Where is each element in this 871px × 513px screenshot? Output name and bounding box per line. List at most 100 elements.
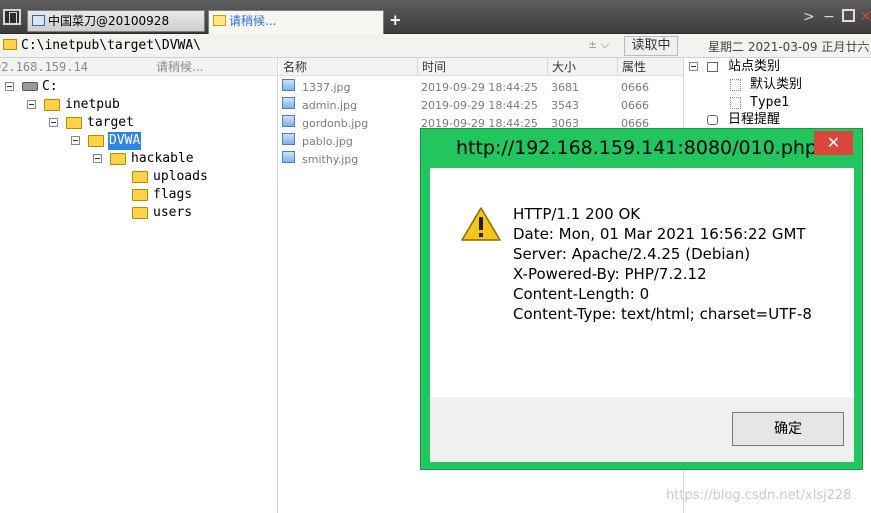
tree-label: target [87,115,134,130]
dialog-close-button[interactable]: ✕ [814,131,853,155]
response-line: HTTP/1.1 200 OK [513,205,641,223]
folder-icon [88,135,104,147]
folder-icon [110,153,126,165]
image-file-icon [282,97,295,109]
tree-label: hackable [131,151,194,166]
folder-icon [213,15,226,26]
collapse-icon[interactable] [49,118,58,127]
file-list-header: 名称 时间 大小 属性 [279,58,683,76]
chevron-right-icon[interactable]: > [803,10,815,24]
tree-node-default-category[interactable]: 默认类别 [684,76,864,94]
tree-node-users[interactable]: users [0,204,230,222]
dialog-title: http://192.168.159.141:8080/010.php [455,137,817,159]
tree-node-c[interactable]: C: [0,78,200,96]
collapse-icon[interactable] [71,136,80,145]
tree-label: flags [153,187,193,202]
datetime-display: 星期二 2021-03-09 正月廿六 [708,40,870,54]
app-window: 中国菜刀@20100928 请稍候... + > − ✕ C:\inetpub\… [0,0,871,513]
tree-node-target[interactable]: target [0,114,200,132]
folder-icon [132,189,148,201]
tree-node-flags[interactable]: flags [0,186,230,204]
dialog-footer: 确定 [430,397,854,462]
tab-label: 中国菜刀@20100928 [48,14,170,28]
column-attr[interactable]: 属性 [617,58,646,76]
response-line: Content-Length: 0 [513,285,650,303]
tree-node-uploads[interactable]: uploads [0,168,230,186]
minimize-button[interactable]: − [823,10,835,24]
read-button[interactable]: 读取中 [624,36,678,56]
file-name: pablo.jpg [302,135,353,148]
collapse-icon[interactable] [689,62,698,71]
collapse-icon[interactable] [93,154,102,163]
file-name: 1337.jpg [302,81,351,94]
address-input[interactable] [20,36,620,56]
response-line: X-Powered-By: PHP/7.2.12 [513,265,707,283]
close-window-button[interactable]: ✕ [860,10,871,24]
tree-label: 站点类别 [728,59,781,74]
file-size: 3681 [551,81,579,94]
new-tab-button[interactable]: + [389,12,402,28]
tree-header: 92.168.159.14 请稍候... [0,58,277,76]
tab-loading[interactable]: 请稍候... [208,10,384,34]
image-file-icon [282,79,295,91]
tree-label: uploads [153,169,208,184]
tree-node-site-category[interactable]: 站点类别 [684,58,864,76]
tab-label: 请稍候... [229,14,277,28]
directory-tree-pane: 92.168.159.14 请稍候... C: inetpub target D… [0,58,278,513]
server-ip: 92.168.159.14 [0,60,88,74]
tree-label: C: [42,79,58,94]
folder-icon [3,39,17,50]
maximize-button[interactable] [842,9,855,22]
file-size: 3543 [551,99,579,112]
file-name: smithy.jpg [302,153,359,166]
folder-icon [66,117,82,129]
image-file-icon [282,151,295,163]
file-row[interactable]: 1337.jpg 2019-09-29 18:44:25 3681 0666 [279,79,683,97]
calendar-icon [707,115,718,125]
tab-caidao[interactable]: 中国菜刀@20100928 [27,10,205,32]
tab-bar: 中国菜刀@20100928 请稍候... + > − ✕ [0,0,871,34]
file-name: admin.jpg [302,99,357,112]
tree-node-inetpub[interactable]: inetpub [0,96,200,114]
document-icon [730,97,741,109]
response-line: Content-Type: text/html; charset=UTF-8 [513,305,812,323]
response-line: Server: Apache/2.4.25 (Debian) [513,245,751,263]
drive-icon [22,82,38,91]
category-icon [707,62,718,72]
address-dropdown[interactable]: ± ⌵ [588,38,609,52]
column-name[interactable]: 名称 [279,58,307,76]
dialog-body: HTTP/1.1 200 OK Date: Mon, 01 Mar 2021 1… [430,168,854,397]
watermark: https://blog.csdn.net/xlsj228 [666,488,852,503]
tree-node-hackable[interactable]: hackable [0,150,220,168]
collapse-icon[interactable] [27,100,36,109]
folder-icon [132,207,148,219]
column-size[interactable]: 大小 [547,58,576,76]
dropdown-sep: ± [588,38,598,51]
warning-icon [461,207,501,241]
file-attr: 0666 [621,81,649,94]
tree-label: inetpub [65,97,120,112]
folder-icon [132,171,148,183]
file-attr: 0666 [621,99,649,112]
tree-label: users [153,205,193,220]
file-name: gordonb.jpg [302,117,369,130]
app-menu-icon[interactable] [3,9,21,25]
file-time: 2019-09-29 18:44:25 [421,99,538,112]
tree-node-schedule[interactable]: 日程提醒 [684,111,864,129]
chevron-down-icon: ⌵ [600,38,610,51]
ok-button[interactable]: 确定 [732,412,844,446]
column-time[interactable]: 时间 [417,58,446,76]
image-file-icon [282,133,295,145]
tree-node-dvwa[interactable]: DVWA [0,132,200,150]
window-icon [32,15,45,26]
response-line: Date: Mon, 01 Mar 2021 16:56:22 GMT [513,225,806,243]
tree-label: 日程提醒 [728,112,781,127]
image-file-icon [282,115,295,127]
loading-status: 请稍候... [156,60,204,74]
file-row[interactable]: admin.jpg 2019-09-29 18:44:25 3543 0666 [279,97,683,115]
collapse-icon[interactable] [5,82,14,91]
tree-node-type1[interactable]: Type1 [684,94,864,112]
tree-label: Type1 [750,95,790,110]
folder-icon [44,99,60,111]
tree-label: 默认类别 [750,77,803,92]
